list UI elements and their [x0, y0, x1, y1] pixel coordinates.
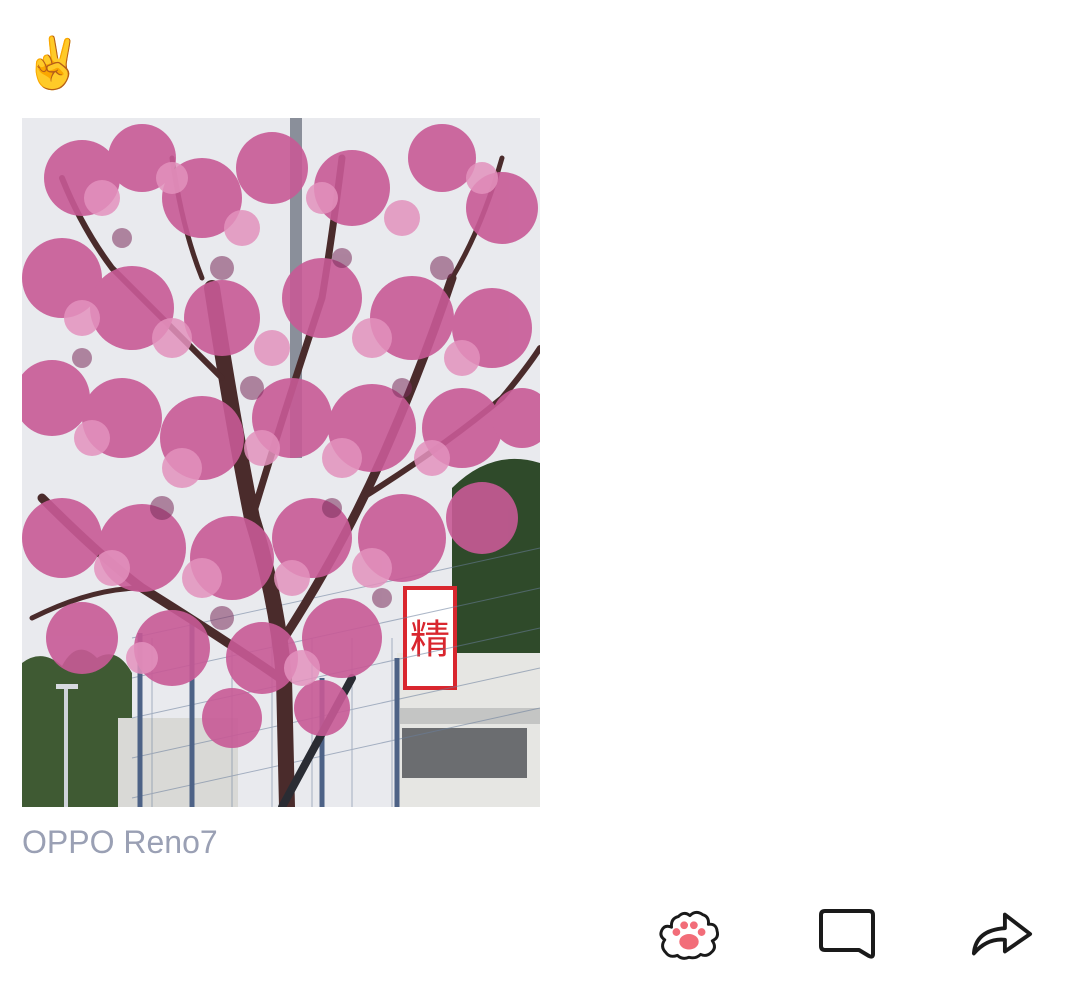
- share-icon: [971, 912, 1033, 956]
- post-text: ✌️: [22, 34, 85, 92]
- cherry-blossom-image: 精: [22, 118, 540, 807]
- like-button[interactable]: [657, 902, 721, 966]
- post-action-bar: [0, 902, 1080, 966]
- post-photo[interactable]: 精: [22, 118, 540, 807]
- sign-text: 精: [410, 617, 450, 663]
- device-label: OPPO Reno7: [22, 824, 218, 860]
- comment-icon: [819, 909, 875, 959]
- share-button[interactable]: [970, 902, 1034, 966]
- comment-button[interactable]: [815, 902, 879, 966]
- paw-like-icon: [659, 910, 719, 960]
